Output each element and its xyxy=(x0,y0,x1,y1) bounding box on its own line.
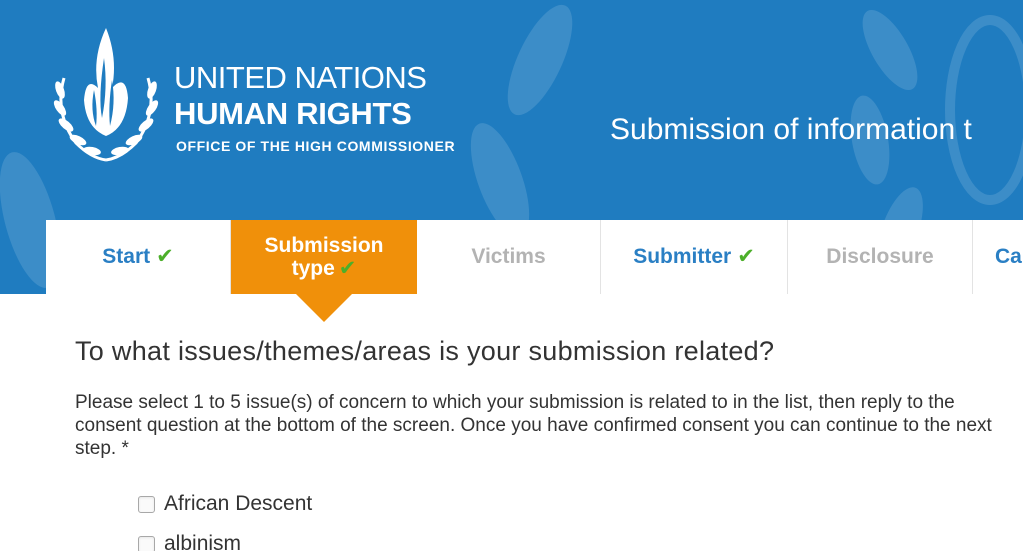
step-disclosure[interactable]: Disclosure xyxy=(788,220,973,294)
instruction-text: Please select 1 to 5 issue(s) of concern… xyxy=(75,392,992,459)
issue-options-list: African Descent albinism xyxy=(138,484,312,551)
option-label: albinism xyxy=(164,532,242,551)
step-label: Start xyxy=(102,245,151,269)
step-label: Ca xyxy=(995,245,1022,269)
ohchr-logo[interactable]: UNITED NATIONS HUMAN RIGHTS OFFICE OF TH… xyxy=(46,18,466,168)
check-icon: ✔ xyxy=(737,245,755,269)
step-victims[interactable]: Victims xyxy=(417,220,601,294)
active-step-arrow xyxy=(296,294,352,322)
step-next-truncated[interactable]: Ca xyxy=(973,220,1023,294)
logo-line-united-nations: UNITED NATIONS xyxy=(174,60,427,95)
check-icon: ✔ xyxy=(338,257,357,280)
question-heading: To what issues/themes/areas is your subm… xyxy=(75,336,775,366)
option-african-descent[interactable]: African Descent xyxy=(138,484,312,524)
site-title: Submission of information t xyxy=(610,113,972,146)
step-submission-type[interactable]: Submission type ✔ xyxy=(231,220,417,322)
step-submitter[interactable]: Submitter ✔ xyxy=(601,220,788,294)
option-label: African Descent xyxy=(164,492,313,515)
step-label: Submission type xyxy=(264,233,384,280)
un-flame-laurel-icon xyxy=(53,28,159,162)
check-icon: ✔ xyxy=(156,245,174,269)
step-label: Submitter xyxy=(633,245,732,269)
step-label: Victims xyxy=(471,245,546,269)
form-content: To what issues/themes/areas is your subm… xyxy=(75,336,1015,460)
option-albinism[interactable]: albinism xyxy=(138,524,312,551)
wizard-steps: Start ✔ Submission type ✔ Victims Submitte… xyxy=(46,220,1023,322)
logo-line-human-rights: HUMAN RIGHTS xyxy=(174,96,412,131)
logo-line-office: OFFICE OF THE HIGH COMMISSIONER xyxy=(176,138,456,154)
step-label: Disclosure xyxy=(826,245,934,269)
checkbox[interactable] xyxy=(138,495,155,513)
checkbox[interactable] xyxy=(138,535,155,551)
step-start[interactable]: Start ✔ xyxy=(46,220,231,294)
